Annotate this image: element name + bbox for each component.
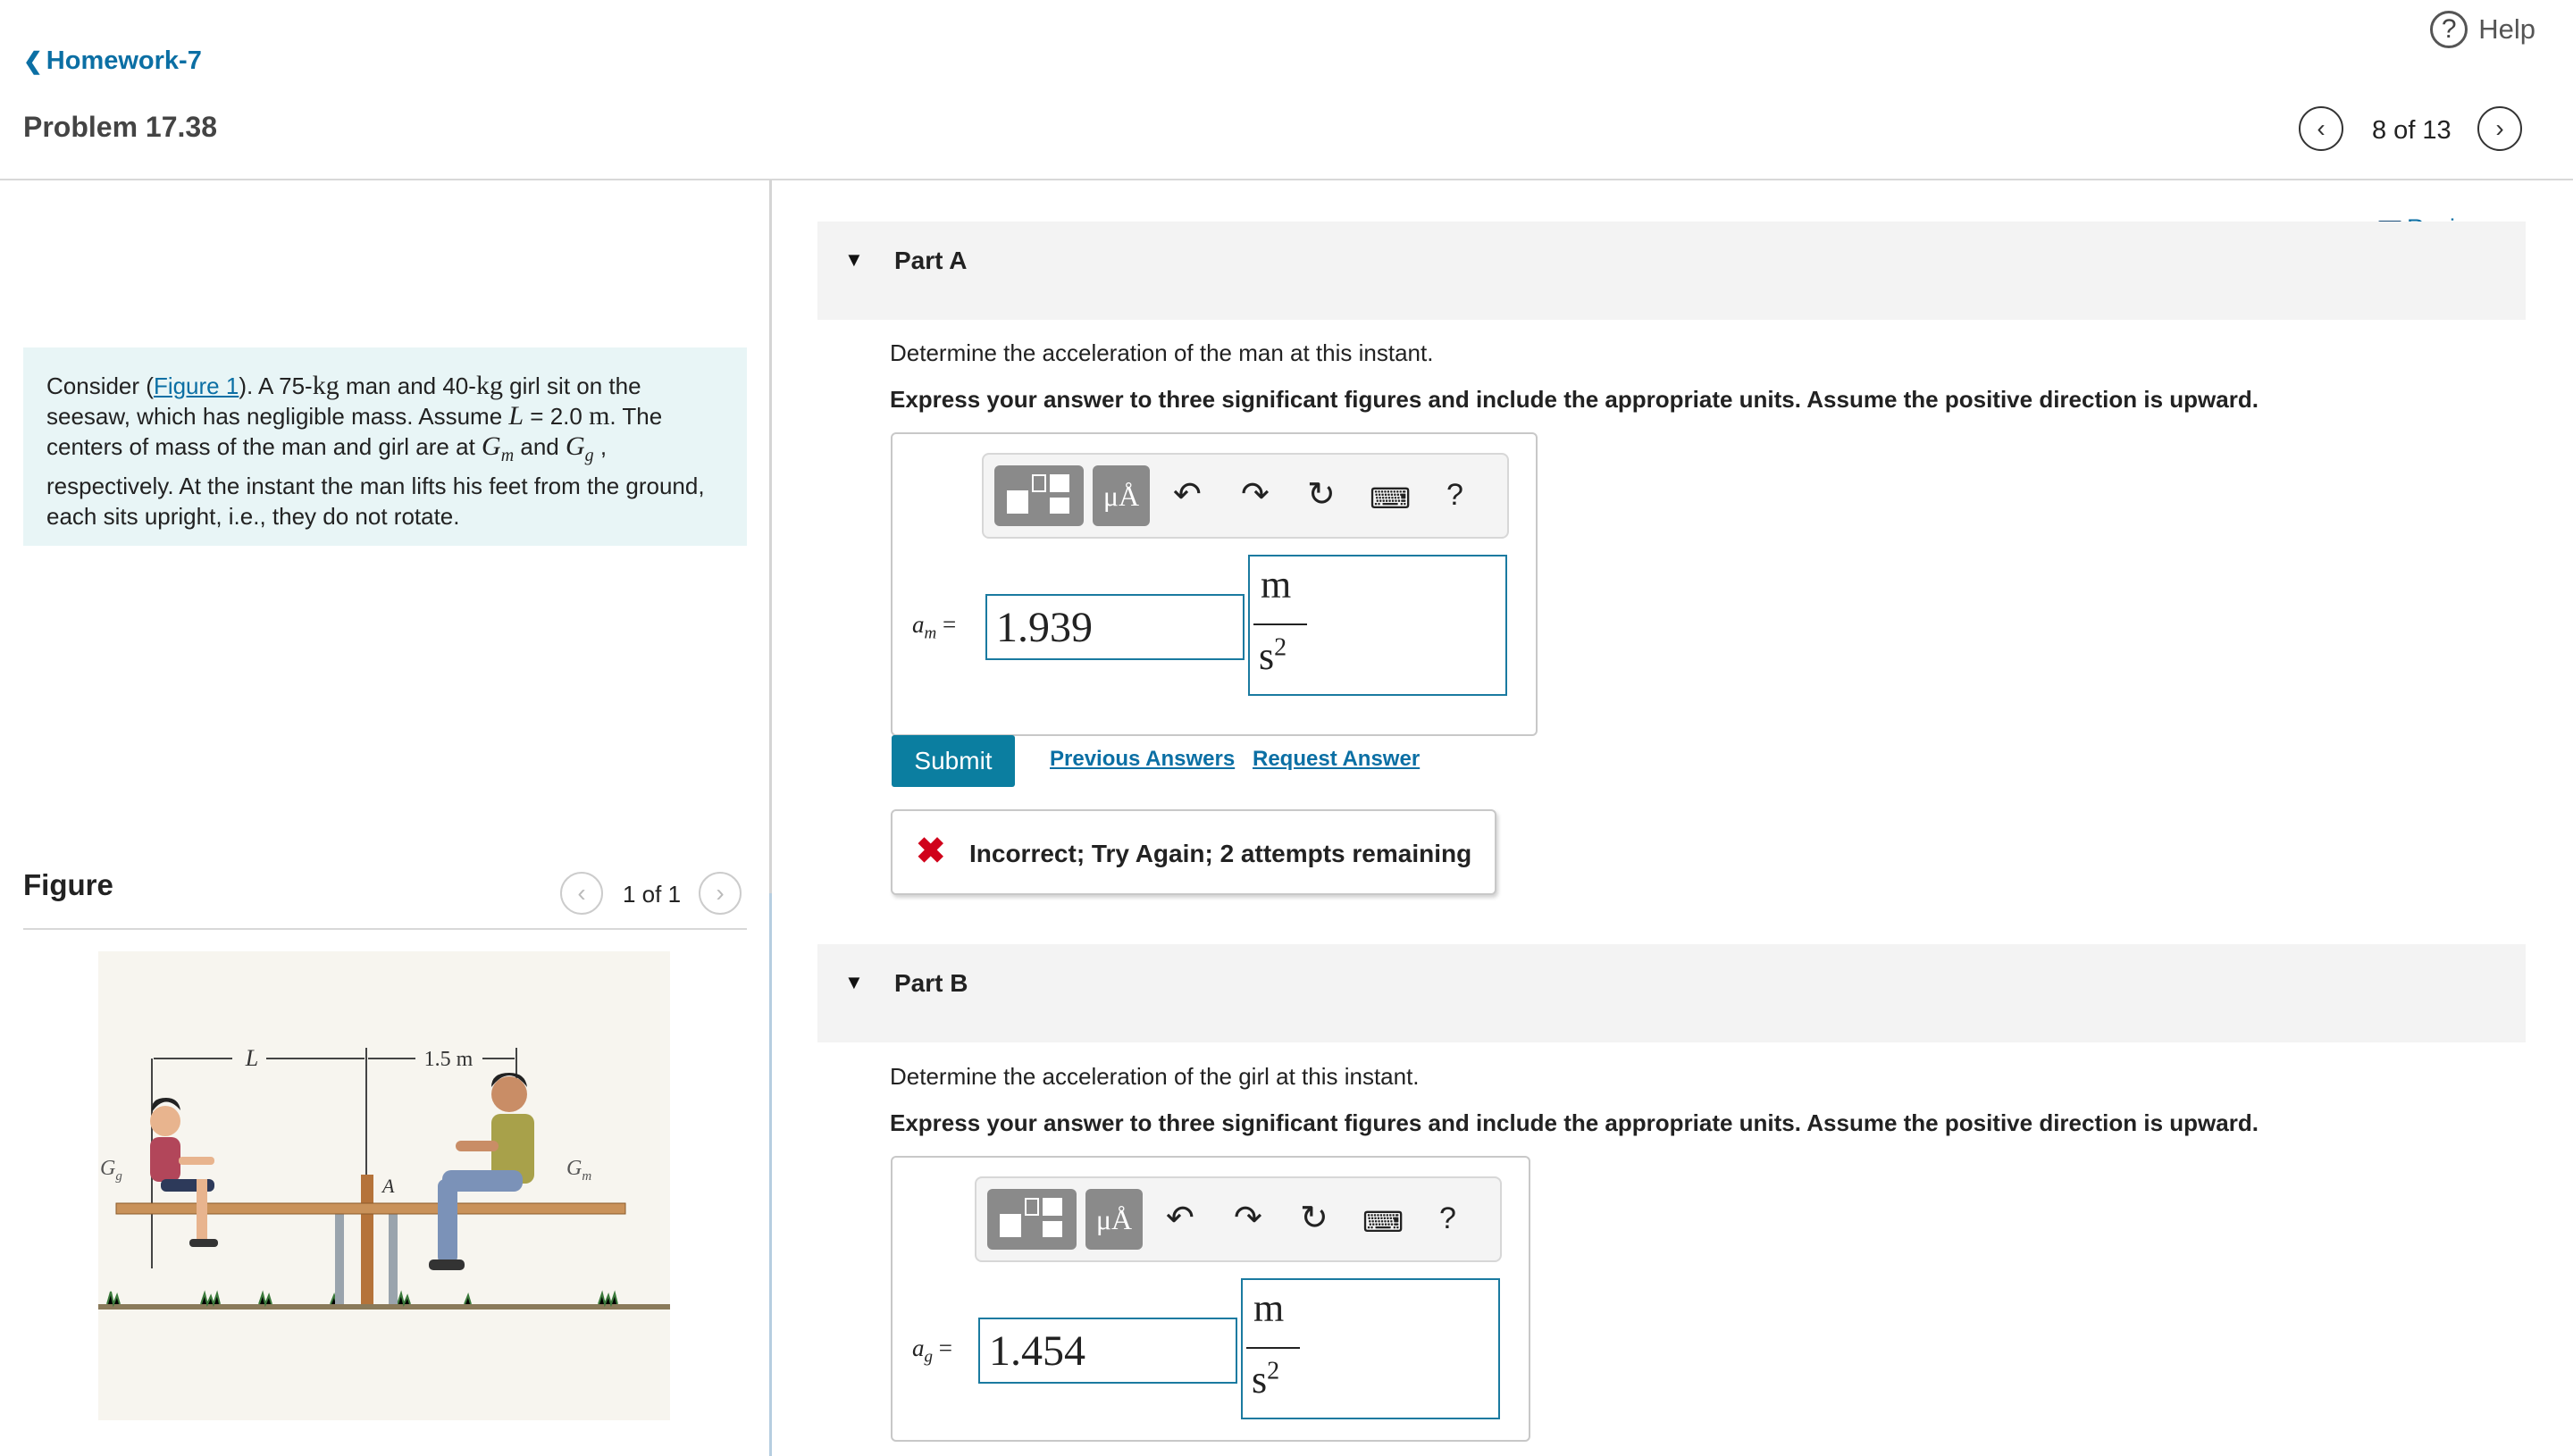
chevron-left-icon: ‹ [2317,114,2326,142]
figure-previous-button[interactable]: ‹ [560,872,603,915]
problem-text: = 2.0 [524,403,590,430]
redo-icon[interactable]: ↷ [1234,1198,1262,1238]
keyboard-icon[interactable]: ⌨ [1370,481,1411,515]
keyboard-icon[interactable]: ⌨ [1362,1205,1404,1239]
man-figure [429,1073,534,1270]
part-a-header[interactable]: ▼ Part A [817,222,2526,320]
part-a-answer-box: μÅ ↶ ↷ ↻ ⌨ ? am = 1.939 m s2 [891,432,1538,736]
unit-denominator: s2 [1252,1357,1280,1402]
problem-title: Problem 17.38 [23,111,217,143]
fraction-bar [1246,1347,1300,1349]
unit-input[interactable]: m s2 [1248,555,1507,696]
help-button[interactable]: ? Help [2430,11,2535,48]
label-1-5m: 1.5 m [424,1048,474,1071]
problem-text: Consider ( [46,372,154,399]
collapse-triangle-icon[interactable]: ▼ [844,248,864,272]
part-b-header[interactable]: ▼ Part B [817,944,2526,1042]
unit-input[interactable]: m s2 [1241,1278,1500,1419]
help-icon: ? [2430,11,2468,48]
header-divider [0,179,2573,180]
redo-icon[interactable]: ↷ [1241,474,1270,515]
math-toolbar: μÅ ↶ ↷ ↻ ⌨ ? [982,453,1509,539]
request-answer-link[interactable]: Request Answer [1253,747,1420,772]
unit-m: m [589,401,610,431]
seesaw-figure: L 1.5 m A Gg Gm [98,951,670,1420]
help-icon[interactable]: ? [1439,1201,1456,1236]
units-icon[interactable]: μÅ [1085,1189,1143,1250]
fraction-bar [1253,623,1307,625]
error-icon: ✖ [916,832,946,871]
chevron-right-icon: › [2495,114,2504,142]
label-Gm: Gm [566,1157,591,1184]
unit-numerator: m [1261,563,1292,607]
label-Gg: Gg [100,1157,122,1184]
undo-icon[interactable]: ↶ [1166,1198,1194,1238]
unit-kg: kg [475,371,503,400]
undo-icon[interactable]: ↶ [1173,474,1202,515]
submit-button[interactable]: Submit [892,735,1015,787]
problem-text: and [514,433,566,460]
back-link-label: Homework-7 [46,46,202,75]
problem-text: ). A 75- [239,372,313,399]
label-L: L [245,1045,258,1071]
chevron-left-icon: ‹ [577,879,586,907]
part-b-answer-box: μÅ ↶ ↷ ↻ ⌨ ? ag = 1.454 m s2 [891,1156,1530,1442]
reset-icon[interactable]: ↻ [1300,1198,1328,1238]
math-toolbar: μÅ ↶ ↷ ↻ ⌨ ? [975,1176,1502,1262]
label-A: A [381,1175,395,1197]
figure-divider [23,928,747,930]
column-scroll-indicator [769,893,772,1456]
units-icon[interactable]: μÅ [1093,465,1150,526]
symbol-L: L [508,401,524,431]
seesaw-illustration: L 1.5 m A Gg Gm [98,1045,670,1310]
part-a-question: Determine the acceleration of the man at… [890,339,1434,366]
help-icon[interactable]: ? [1446,478,1463,513]
figure-link[interactable]: Figure 1 [154,372,239,399]
part-a-title: Part A [894,247,968,274]
value-input[interactable]: 1.939 [985,594,1245,660]
collapse-triangle-icon[interactable]: ▼ [844,971,864,994]
unit-denominator: s2 [1259,633,1287,678]
back-to-assignment-link[interactable]: ❮ Homework-7 [23,46,202,76]
problem-counter: 8 of 13 [2372,116,2451,145]
help-label: Help [2478,13,2535,45]
templates-icon[interactable] [987,1189,1077,1250]
feedback-text: Incorrect; Try Again; 2 attempts remaini… [969,840,1472,867]
unit-kg: kg [312,371,339,400]
part-a-instruction: Express your answer to three significant… [890,386,2259,413]
reset-icon[interactable]: ↻ [1307,474,1336,515]
next-problem-button[interactable]: › [2477,106,2522,151]
girl-figure [150,1098,218,1247]
symbol-Gm: Gm [482,431,515,465]
figure-title: Figure [23,868,113,901]
problem-statement: Consider (Figure 1). A 75-kg man and 40-… [23,347,747,546]
feedback-message: ✖ Incorrect; Try Again; 2 attempts remai… [891,809,1496,895]
variable-am: am = [912,611,957,643]
problem-text: man and 40- [339,372,476,399]
previous-problem-button[interactable]: ‹ [2299,106,2343,151]
chevron-right-icon: › [716,879,725,907]
variable-ag: ag = [912,1335,952,1367]
value-input[interactable]: 1.454 [978,1318,1237,1384]
part-b-instruction: Express your answer to three significant… [890,1109,2259,1136]
figure-next-button[interactable]: › [699,872,742,915]
part-b-question: Determine the acceleration of the girl a… [890,1063,1420,1090]
unit-numerator: m [1253,1286,1285,1330]
figure-counter: 1 of 1 [623,881,682,908]
chevron-left-icon: ❮ [23,47,43,74]
previous-answers-link[interactable]: Previous Answers [1050,747,1235,772]
part-b-title: Part B [894,969,968,997]
symbol-Gg: Gg [565,431,594,465]
templates-icon[interactable] [994,465,1084,526]
